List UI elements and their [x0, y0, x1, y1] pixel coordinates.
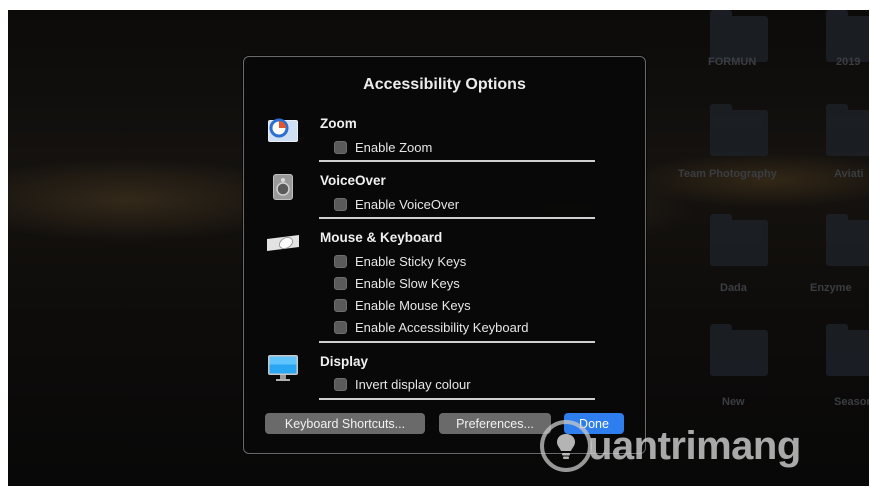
- section-title-zoom: Zoom: [320, 116, 357, 131]
- folder-label-aviati[interactable]: Aviati: [834, 168, 864, 180]
- folder-icon[interactable]: [710, 104, 768, 156]
- enable-voiceover-checkbox[interactable]: [334, 197, 347, 211]
- voiceover-icon: [266, 172, 300, 202]
- mouse-keyboard-icon: [266, 229, 300, 259]
- enable-slow-keys-option[interactable]: Enable Slow Keys: [334, 275, 460, 291]
- section-divider: [319, 160, 595, 162]
- enable-mouse-keys-checkbox[interactable]: [334, 298, 347, 312]
- preferences-button[interactable]: Preferences...: [439, 413, 551, 434]
- enable-zoom-label[interactable]: Enable Zoom: [355, 140, 432, 155]
- invert-display-colour-option[interactable]: Invert display colour: [334, 376, 471, 392]
- folder-icon[interactable]: [710, 324, 768, 376]
- section-divider: [319, 217, 595, 219]
- folder-label-season[interactable]: Season: [834, 396, 869, 408]
- section-divider: [319, 398, 595, 400]
- section-title-mouse-keyboard: Mouse & Keyboard: [320, 230, 443, 245]
- folder-icon[interactable]: [710, 214, 768, 266]
- enable-accessibility-keyboard-checkbox[interactable]: [334, 320, 347, 334]
- lightbulb-icon: [540, 420, 592, 472]
- section-divider: [319, 341, 595, 343]
- folder-icon[interactable]: [826, 104, 869, 156]
- enable-slow-keys-checkbox[interactable]: [334, 276, 347, 290]
- display-icon: [266, 353, 300, 383]
- watermark-text: uantrimang: [588, 423, 801, 468]
- folder-icon[interactable]: [826, 214, 869, 266]
- enable-mouse-keys-option[interactable]: Enable Mouse Keys: [334, 297, 471, 313]
- enable-accessibility-keyboard-label[interactable]: Enable Accessibility Keyboard: [355, 320, 528, 335]
- enable-sticky-keys-checkbox[interactable]: [334, 254, 347, 268]
- accessibility-options-dialog: Accessibility Options Zoom Enable Zoom V…: [243, 56, 646, 454]
- folder-label-team-photography[interactable]: Team Photography: [678, 168, 777, 180]
- enable-zoom-option[interactable]: Enable Zoom: [334, 139, 432, 155]
- watermark-logo: uantrimang: [540, 418, 801, 474]
- folder-label-2019[interactable]: 2019: [836, 56, 860, 68]
- enable-voiceover-label[interactable]: Enable VoiceOver: [355, 197, 459, 212]
- invert-display-colour-label[interactable]: Invert display colour: [355, 377, 471, 392]
- section-title-display: Display: [320, 354, 369, 369]
- section-title-voiceover: VoiceOver: [320, 173, 386, 188]
- dialog-title: Accessibility Options: [363, 76, 526, 93]
- folder-icon[interactable]: [826, 324, 869, 376]
- invert-display-colour-checkbox[interactable]: [334, 377, 347, 391]
- enable-zoom-checkbox[interactable]: [334, 140, 347, 154]
- enable-mouse-keys-label[interactable]: Enable Mouse Keys: [355, 298, 471, 313]
- enable-sticky-keys-label[interactable]: Enable Sticky Keys: [355, 254, 466, 269]
- folder-label-new[interactable]: New: [722, 396, 745, 408]
- enable-slow-keys-label[interactable]: Enable Slow Keys: [355, 276, 460, 291]
- folder-label-formun[interactable]: FORMUN: [708, 56, 756, 68]
- enable-sticky-keys-option[interactable]: Enable Sticky Keys: [334, 253, 466, 269]
- enable-voiceover-option[interactable]: Enable VoiceOver: [334, 196, 459, 212]
- zoom-icon: [266, 115, 300, 145]
- folder-label-enzyme[interactable]: Enzyme: [810, 282, 852, 294]
- keyboard-shortcuts-button[interactable]: Keyboard Shortcuts...: [265, 413, 425, 434]
- enable-accessibility-keyboard-option[interactable]: Enable Accessibility Keyboard: [334, 319, 528, 335]
- folder-label-dada[interactable]: Dada: [720, 282, 747, 294]
